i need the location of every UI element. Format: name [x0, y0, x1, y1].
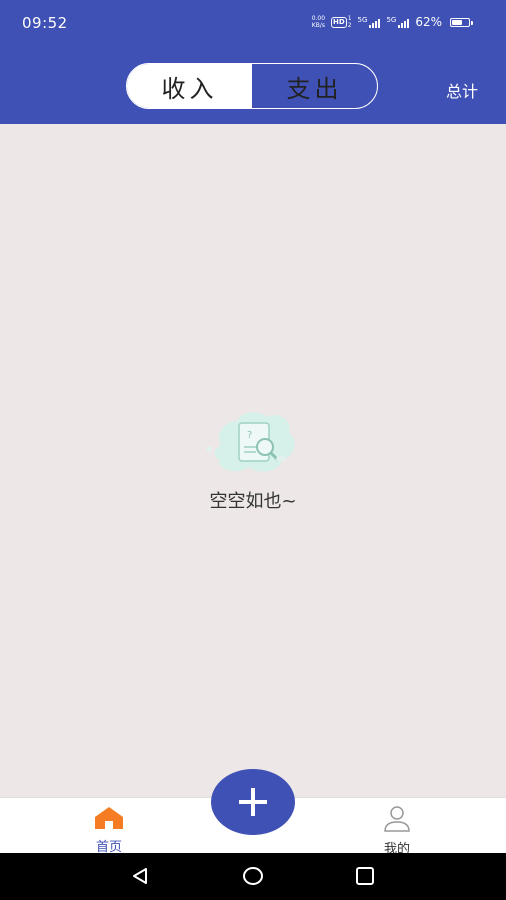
- net-speed: 0.00 KB/s: [312, 15, 325, 29]
- profile-icon: [384, 806, 410, 832]
- status-time: 09:52: [22, 14, 68, 32]
- nav-home[interactable]: 首页: [69, 806, 149, 855]
- signal1-label: 5G: [357, 16, 368, 24]
- sim2-label: 2: [347, 22, 352, 29]
- nav-mine[interactable]: 我的: [357, 806, 437, 857]
- home-circle-icon[interactable]: [242, 866, 264, 886]
- add-record-button[interactable]: [211, 769, 295, 835]
- net-speed-value: 0.00: [311, 15, 326, 22]
- tab-income[interactable]: 收入: [127, 64, 252, 108]
- empty-message: 空空如也~: [209, 491, 297, 512]
- net-speed-unit: KB/s: [311, 22, 325, 29]
- signal-icon-1: 5G: [358, 16, 381, 28]
- system-navigation-bar: [0, 853, 506, 900]
- battery-level: [452, 20, 462, 25]
- signal2-label: 5G: [386, 16, 397, 24]
- empty-state: ? 空空如也~: [0, 405, 506, 513]
- plus-icon: [239, 788, 267, 816]
- signal-icon-2: 5G: [386, 16, 410, 28]
- back-icon[interactable]: [130, 866, 150, 886]
- app-header: 09:52 0.00 KB/s HD 1 2 5G 5G 62% 收入 支出 总…: [0, 0, 506, 124]
- tab-expense[interactable]: 支出: [252, 64, 377, 108]
- battery-icon: [450, 18, 470, 27]
- sim1-label: 1: [347, 15, 352, 22]
- status-bar: 09:52 0.00 KB/s HD 1 2 5G 5G 62%: [0, 0, 506, 44]
- svg-text:?: ?: [247, 430, 252, 441]
- empty-document-search-icon: ?: [206, 412, 295, 472]
- income-expense-toggle: 收入 支出: [126, 63, 378, 109]
- home-icon: [95, 807, 123, 829]
- total-button[interactable]: 总计: [446, 78, 478, 102]
- status-indicators: 0.00 KB/s HD 1 2 5G 5G 62%: [312, 15, 442, 29]
- recents-icon[interactable]: [355, 866, 375, 886]
- battery-percent: 62%: [415, 15, 442, 29]
- hd-icon: HD: [331, 16, 347, 28]
- hd-indicator: HD 1 2: [331, 15, 352, 29]
